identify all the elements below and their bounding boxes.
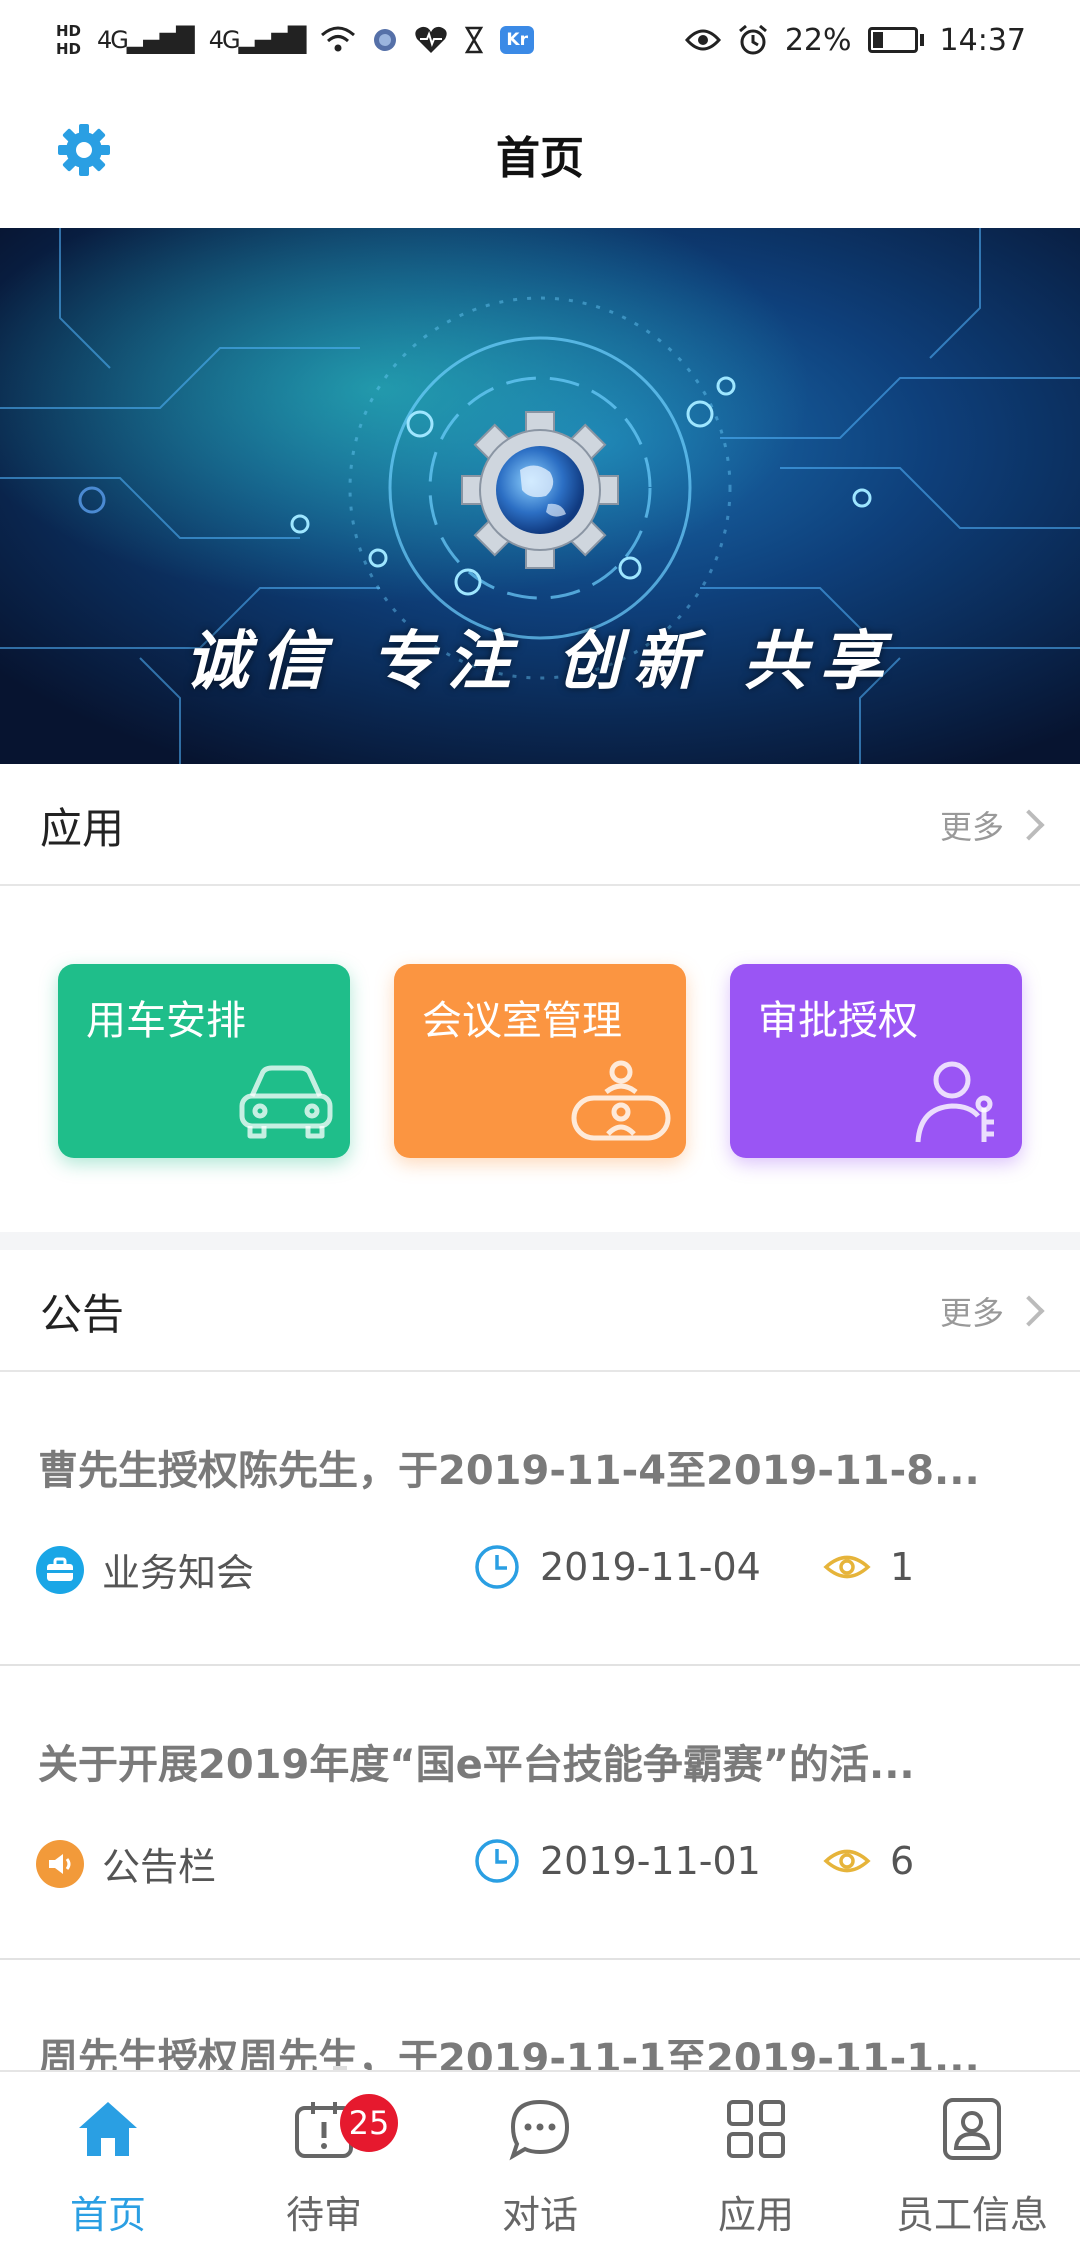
app-card-label: 用车安排 (86, 998, 246, 1044)
notice-date: 2019-11-04 (472, 1542, 761, 1592)
clock-icon (475, 1545, 519, 1589)
notice-title: 曹先生授权陈先生，于2019-11-4至2019-11-8... (38, 1448, 980, 1494)
signal-icon-2: 4G▂▄▆█ (208, 26, 307, 54)
tab-apps[interactable]: 应用 (648, 2072, 864, 2244)
tab-employee-info[interactable]: 员工信息 (864, 2072, 1080, 2244)
banner-slogan: 诚信 专注 创新 共享 (184, 624, 896, 699)
bottom-tab-bar: 首页 25 待审 对话 应用 员工信息 (0, 2070, 1080, 2244)
briefcase-icon (36, 1545, 84, 1594)
tab-label: 员工信息 (895, 2193, 1048, 2237)
eye-icon (823, 1555, 871, 1579)
meeting-room-icon (571, 1060, 671, 1141)
notice-meta: 业务知会 2019-11-04 1 (36, 1542, 1042, 1602)
banner-image[interactable]: 诚信 专注 创新 共享 (0, 228, 1080, 764)
apps-section-title: 应用 (40, 803, 125, 853)
notices-section-header: 公告 更多 (0, 1252, 1080, 1372)
kr-app-icon: Kr (500, 26, 534, 54)
clock-time: 14:37 (939, 22, 1026, 58)
notice-item[interactable]: 关于开展2019年度“国e平台技能争霸赛”的活... 公告栏 2019-11-0… (0, 1666, 1080, 1960)
pending-count-badge: 25 (340, 2094, 398, 2152)
status-right: 22% 14:37 (684, 22, 1026, 58)
notice-date-label: 2019-11-04 (540, 1545, 761, 1589)
gear-icon[interactable] (52, 118, 116, 182)
notice-item[interactable]: 曹先生授权陈先生，于2019-11-4至2019-11-8... 业务知会 20… (0, 1372, 1080, 1666)
app-card-label: 审批授权 (758, 998, 918, 1044)
tab-home[interactable]: 首页 (0, 2072, 216, 2244)
employee-card-icon (943, 2098, 1001, 2160)
chevron-right-icon (1013, 809, 1045, 841)
notice-category-label: 公告栏 (102, 1845, 217, 1889)
notice-category-label: 业务知会 (102, 1551, 255, 1595)
home-icon (79, 2102, 137, 2156)
notice-views: 6 (822, 1836, 914, 1886)
heart-rate-icon (415, 26, 448, 53)
notice-category: 业务知会 (36, 1542, 254, 1597)
wifi-icon (321, 26, 356, 52)
notice-views: 1 (822, 1542, 914, 1592)
notice-date-label: 2019-11-01 (540, 1839, 761, 1883)
section-divider (0, 1232, 1080, 1250)
network-label-1: HD (56, 22, 82, 40)
app-card-approval[interactable]: 审批授权 (730, 964, 1022, 1158)
network-label-2: HD (56, 40, 82, 58)
notice-date: 2019-11-01 (472, 1836, 761, 1886)
apps-grid-icon (727, 2100, 785, 2158)
apps-more-label: 更多 (939, 808, 1004, 846)
notices-more-link[interactable]: 更多 (939, 1288, 1045, 1334)
hourglass-icon (465, 26, 484, 54)
notices-section-title: 公告 (40, 1289, 125, 1339)
status-bar: HD HD 4G▂▄▆█ 4G▂▄▆█ Kr 22% 14:37 (0, 0, 1080, 80)
tab-label: 首页 (69, 2193, 146, 2237)
tab-label: 对话 (501, 2193, 578, 2237)
car-icon (239, 1065, 333, 1139)
chevron-right-icon (1013, 1295, 1045, 1327)
notice-views-count: 6 (890, 1839, 915, 1883)
tab-chat[interactable]: 对话 (432, 2072, 648, 2244)
app-screen: HD HD 4G▂▄▆█ 4G▂▄▆█ Kr 22% 14:37 首页 诚信 专… (0, 0, 1080, 2244)
app-card-meeting-room[interactable]: 会议室管理 (394, 964, 686, 1158)
battery-percent: 22% (784, 22, 852, 58)
notice-views-count: 1 (890, 1545, 915, 1589)
notice-title: 关于开展2019年度“国e平台技能争霸赛”的活... (38, 1742, 915, 1788)
app-card-vehicle[interactable]: 用车安排 (58, 964, 350, 1158)
eye-icon (823, 1849, 871, 1873)
apps-grid: 用车安排 会议室管理 审批授权 (0, 886, 1080, 1232)
page-title: 首页 (496, 133, 584, 184)
signal-icon-1: 4G▂▄▆█ (97, 26, 195, 54)
eye-comfort-icon (684, 29, 721, 51)
chat-icon (509, 2099, 570, 2161)
speaker-icon (36, 1839, 84, 1888)
apps-more-link[interactable]: 更多 (939, 802, 1045, 848)
alarm-icon (738, 24, 767, 55)
notice-meta: 公告栏 2019-11-01 6 (36, 1836, 1042, 1896)
tab-pending[interactable]: 25 待审 (216, 2072, 432, 2244)
notices-more-label: 更多 (939, 1294, 1004, 1332)
network-type: HD HD (56, 22, 81, 58)
battery-icon (867, 27, 924, 53)
apps-section-header: 应用 更多 (0, 766, 1080, 886)
notice-category: 公告栏 (36, 1836, 216, 1891)
clock-icon (475, 1839, 519, 1883)
user-key-icon (915, 1061, 994, 1143)
top-header: 首页 (0, 80, 1080, 228)
app-card-label: 会议室管理 (422, 998, 622, 1044)
tab-label: 应用 (717, 2193, 794, 2237)
status-left: HD HD 4G▂▄▆█ 4G▂▄▆█ Kr (56, 22, 534, 58)
tab-label: 待审 (285, 2193, 362, 2237)
globe-app-icon (374, 29, 397, 51)
